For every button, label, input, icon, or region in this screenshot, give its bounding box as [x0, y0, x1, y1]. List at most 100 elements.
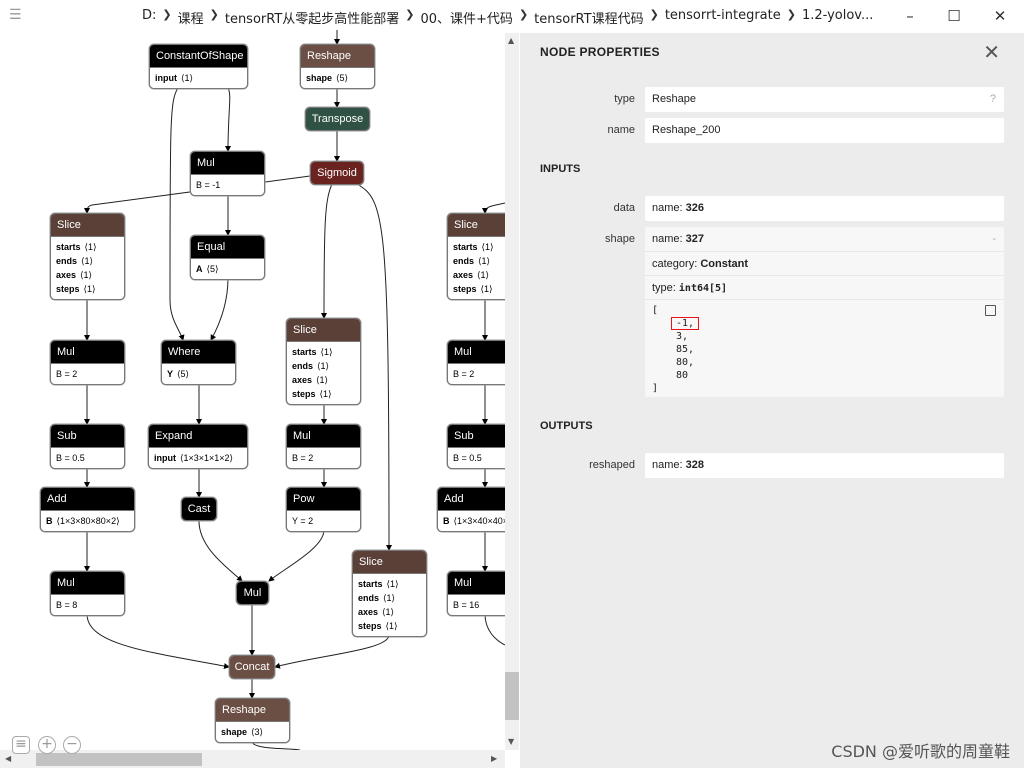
- category-value: Constant: [700, 258, 748, 270]
- help-icon[interactable]: ?: [990, 87, 996, 112]
- zoom-in-icon[interactable]: +: [38, 736, 56, 754]
- edge: [251, 741, 301, 750]
- type-field[interactable]: Reshape?: [645, 87, 1004, 112]
- node-sub[interactable]: Sub B = 0.5: [447, 424, 505, 469]
- node-title: Reshape: [301, 45, 374, 67]
- scroll-left-arrow-icon[interactable]: ◀: [5, 754, 11, 763]
- node-attribute: B = 0.5: [56, 451, 124, 465]
- node-title: Add: [41, 488, 134, 510]
- node-title: Concat: [230, 656, 274, 678]
- scroll-right-arrow-icon[interactable]: ▶: [491, 754, 497, 763]
- node-expand[interactable]: Expand input ⟨1×3×1×1×2⟩: [148, 424, 248, 469]
- node-title: Add: [438, 488, 505, 510]
- node-reshape[interactable]: Reshape shape ⟨5⟩: [300, 44, 375, 89]
- breadcrumb-item[interactable]: 1.2-yolov...: [802, 8, 873, 27]
- name-field[interactable]: Reshape_200: [645, 118, 1004, 143]
- node-mul[interactable]: Mul B = 16: [447, 571, 505, 616]
- attribute-value: ⟨5⟩: [336, 73, 349, 83]
- node-attribute: B = 0.5: [453, 451, 505, 465]
- tensor-value: 85,: [676, 344, 695, 355]
- attribute-value: B = -1: [196, 180, 221, 190]
- shape-label: shape: [605, 233, 635, 245]
- minimize-button[interactable]: –: [895, 5, 925, 27]
- attribute-name: axes: [292, 375, 313, 385]
- name-key: name:: [652, 233, 686, 245]
- edge: [86, 613, 230, 670]
- attribute-value: ⟨1⟩: [316, 375, 329, 385]
- attribute-name: ends: [292, 361, 314, 371]
- attribute-value: ⟨5⟩: [206, 264, 219, 274]
- node-add[interactable]: Add B⟨1×3×40×40×2⟩: [437, 487, 505, 532]
- edge: [484, 613, 505, 646]
- node-cast[interactable]: Cast: [181, 497, 217, 521]
- save-icon[interactable]: [985, 305, 996, 316]
- node-where[interactable]: Where Y ⟨5⟩: [161, 340, 236, 385]
- data-label: data: [613, 202, 635, 214]
- node-attribute: axes ⟨1⟩: [56, 268, 124, 282]
- scroll-down-arrow-icon[interactable]: ▼: [508, 737, 514, 746]
- node-attribute: starts ⟨1⟩: [453, 240, 505, 254]
- node-mul[interactable]: Mul B = 8: [50, 571, 125, 616]
- attribute-value: ⟨1×3×1×1×2⟩: [180, 453, 234, 463]
- attribute-value: ⟨1⟩: [477, 270, 490, 280]
- node-mul[interactable]: Mul B = 2: [286, 424, 361, 469]
- node-transpose[interactable]: Transpose: [305, 107, 370, 131]
- node-add[interactable]: Add B ⟨1×3×80×80×2⟩: [40, 487, 135, 532]
- node-attribute: B = 8: [56, 598, 124, 612]
- node-attribute: Y = 2: [292, 514, 360, 528]
- node-attribute: input ⟨1×3×1×1×2⟩: [154, 451, 247, 465]
- attribute-name: Y: [167, 369, 174, 379]
- attribute-value: ⟨1⟩: [385, 621, 398, 631]
- attribute-name: steps: [56, 284, 80, 294]
- node-mul[interactable]: Mul B = -1: [190, 151, 265, 196]
- node-equal[interactable]: Equal A ⟨5⟩: [190, 235, 265, 280]
- scroll-up-arrow-icon[interactable]: ▲: [508, 36, 514, 45]
- node-title: Slice: [287, 319, 360, 341]
- shape-input-field[interactable]: name: 327 - category: Constant type: int6…: [645, 227, 1004, 397]
- node-title: Slice: [353, 551, 426, 573]
- node-sub[interactable]: Sub B = 0.5: [50, 424, 125, 469]
- vertical-scrollbar[interactable]: [505, 33, 519, 750]
- list-icon[interactable]: ≡: [12, 736, 30, 754]
- node-slice[interactable]: Slice starts ⟨1⟩ ends ⟨1⟩ axes ⟨1⟩ steps ⟨1⟩: [352, 550, 427, 637]
- reshaped-output-field[interactable]: name: 328: [645, 453, 1004, 478]
- node-title: Pow: [287, 488, 360, 510]
- node-title: Mul: [448, 341, 505, 363]
- breadcrumb-item[interactable]: tensorrt-integrate: [665, 8, 781, 27]
- attribute-name: starts: [56, 242, 81, 252]
- node-mul[interactable]: Mul: [236, 581, 269, 605]
- attribute-name: B: [443, 516, 450, 526]
- close-panel-icon[interactable]: ✕: [983, 40, 1000, 65]
- node-constantofshape[interactable]: ConstantOfShape input ⟨1⟩: [149, 44, 248, 89]
- data-input-field[interactable]: name: 326: [645, 196, 1004, 221]
- node-slice[interactable]: Slice starts ⟨1⟩ ends ⟨1⟩ axes ⟨1⟩ steps ⟨1⟩: [447, 213, 505, 300]
- attribute-value: ⟨1⟩: [181, 73, 194, 83]
- node-concat[interactable]: Concat: [229, 655, 275, 679]
- node-title: Transpose: [306, 108, 369, 130]
- node-slice[interactable]: Slice starts ⟨1⟩ ends ⟨1⟩ axes ⟨1⟩ steps ⟨1⟩: [50, 213, 125, 300]
- attribute-value: ⟨1×3×80×80×2⟩: [56, 516, 120, 526]
- node-mul[interactable]: Mul B = 2: [50, 340, 125, 385]
- collapse-icon[interactable]: -: [992, 227, 996, 252]
- node-mul[interactable]: Mul B = 2: [447, 340, 505, 385]
- node-slice[interactable]: Slice starts ⟨1⟩ ends ⟨1⟩ axes ⟨1⟩ steps ⟨1⟩: [286, 318, 361, 405]
- node-title: Mul: [287, 425, 360, 447]
- node-reshape[interactable]: Reshape shape ⟨3⟩: [215, 698, 290, 743]
- maximize-button[interactable]: ☐: [939, 5, 969, 27]
- node-title: Cast: [182, 498, 216, 520]
- edge: [198, 520, 243, 582]
- node-sigmoid[interactable]: Sigmoid: [310, 161, 364, 185]
- breadcrumb-item[interactable]: tensorRT课程代码: [534, 8, 643, 27]
- node-attribute: axes ⟨1⟩: [453, 268, 505, 282]
- node-properties-panel: NODE PROPERTIES ✕ type Reshape? name Res…: [520, 33, 1024, 768]
- vertical-scroll-thumb[interactable]: [505, 672, 519, 720]
- tensor-value: 3,: [676, 331, 689, 342]
- node-attribute: B ⟨1×3×80×80×2⟩: [46, 514, 134, 528]
- graph-canvas[interactable]: ConstantOfShape input ⟨1⟩ Reshape shape ⟨5⟩ Tr…: [0, 0, 505, 750]
- node-pow[interactable]: Pow Y = 2: [286, 487, 361, 532]
- zoom-out-icon[interactable]: −: [63, 736, 81, 754]
- horizontal-scroll-thumb[interactable]: [36, 753, 202, 766]
- watermark: CSDN @爱听歌的周童鞋: [831, 742, 1010, 761]
- close-window-button[interactable]: ✕: [985, 5, 1015, 27]
- node-title: Slice: [51, 214, 124, 236]
